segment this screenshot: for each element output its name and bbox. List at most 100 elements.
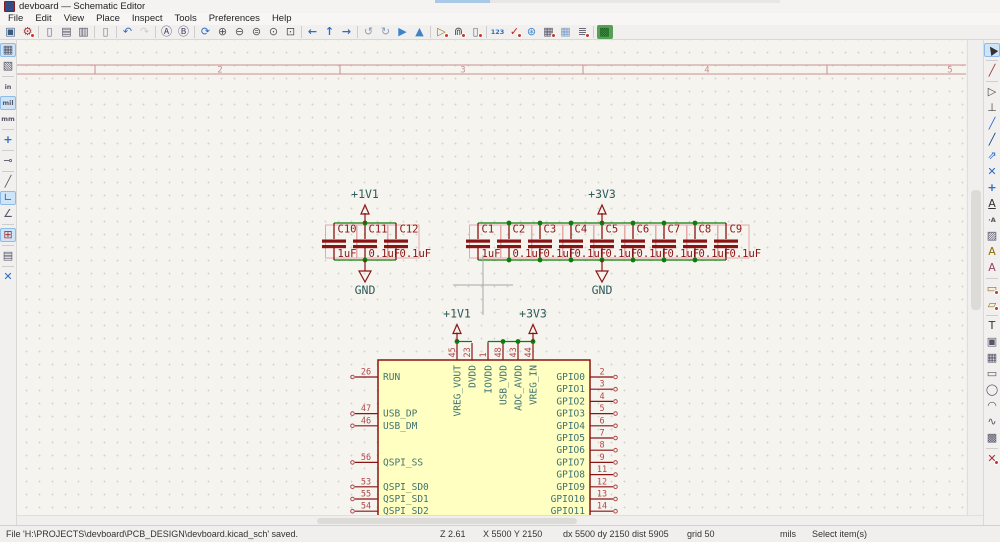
plot-button[interactable]: ▥ <box>76 25 92 39</box>
capacitor-C1[interactable]: C11uF <box>466 223 501 260</box>
zoom-objects-button[interactable]: ⊙ <box>266 25 282 39</box>
mirror-horizontal-button[interactable]: ▶ <box>395 25 411 39</box>
select-tool-button[interactable]: ▲ <box>984 43 1000 57</box>
grid-visibility-button[interactable]: ▦ <box>0 43 16 57</box>
refresh-button[interactable]: ⟳ <box>198 25 214 39</box>
horizontal-scrollbar[interactable] <box>17 515 983 525</box>
delete-tool-button[interactable]: ✕ <box>984 452 1000 466</box>
annotation-automatic-button[interactable]: ⊞ <box>0 228 16 242</box>
net-class-directive-button[interactable]: ·A <box>984 213 1000 227</box>
assign-footprints-button[interactable]: ▦ <box>541 25 557 39</box>
place-power-port-button[interactable]: ⊥ <box>984 101 1000 115</box>
paste-button[interactable]: ▯ <box>98 25 114 39</box>
units-mm-button[interactable]: mm <box>0 112 16 126</box>
image-button[interactable]: ▩ <box>984 431 1000 445</box>
schematic-canvas[interactable]: 2345C101uFC110.1uFC120.1uF+1V1GNDC11uFC2… <box>17 40 966 515</box>
text-button[interactable]: T <box>984 319 1000 333</box>
page-settings-button[interactable]: ▯ <box>42 25 58 39</box>
menu-help[interactable]: Help <box>266 13 298 25</box>
nav-back-button[interactable]: ← <box>305 25 321 39</box>
menu-place[interactable]: Place <box>90 13 126 25</box>
symbol-editor-button[interactable]: ▷ <box>434 25 450 39</box>
page-settings-icon: ▯ <box>46 25 52 39</box>
global-label-button[interactable]: A <box>984 245 1000 259</box>
power-symbol-+3V3[interactable]: +3V3 <box>519 307 547 342</box>
print-button[interactable]: ▤ <box>59 25 75 39</box>
sheet-pin-button[interactable]: ▱ <box>984 298 1000 312</box>
pcb-editor-button[interactable]: ▩ <box>597 25 613 39</box>
toolbar-separator <box>38 26 39 38</box>
mirror-vertical-icon: ▲ <box>415 25 423 39</box>
power-symbol-+3V3[interactable]: +3V3 <box>588 187 616 223</box>
mirror-vertical-button[interactable]: ▲ <box>412 25 428 39</box>
save-button[interactable]: ▣ <box>3 25 19 39</box>
symbol-fields-table-button[interactable]: ▦ <box>558 25 574 39</box>
svg-text:5: 5 <box>947 66 952 76</box>
highlight-net-button[interactable]: ╱ <box>984 64 1000 78</box>
zoom-out-button[interactable]: ⊖ <box>232 25 248 39</box>
text-box-button[interactable]: ▣ <box>984 335 1000 349</box>
power-symbol-gnd[interactable]: GND <box>592 260 613 297</box>
power-symbol-+1V1[interactable]: +1V1 <box>351 187 379 223</box>
menu-tools[interactable]: Tools <box>169 13 203 25</box>
circle-button[interactable]: ◯ <box>984 383 1000 397</box>
erc-button[interactable]: ✓ <box>507 25 523 39</box>
arc-button[interactable]: ◠ <box>984 399 1000 413</box>
table-button[interactable]: ▦ <box>984 351 1000 365</box>
symbol-library-browser-button[interactable]: ⋒ <box>451 25 467 39</box>
plot-icon: ▥ <box>78 25 88 39</box>
wire-to-bus-entry-button[interactable]: ⇗ <box>984 149 1000 163</box>
find-button[interactable]: Ⓐ <box>159 25 175 39</box>
draw-bus-button[interactable]: ╱ <box>984 133 1000 147</box>
schematic-setup-button[interactable]: ⚙ <box>20 25 36 39</box>
power-symbol-+1V1[interactable]: +1V1 <box>443 307 471 342</box>
vertical-scrollbar[interactable] <box>967 40 983 515</box>
place-symbol-button[interactable]: ▷ <box>984 85 1000 99</box>
redo-button[interactable]: ↷ <box>137 25 153 39</box>
annotate-button[interactable]: 123 <box>490 25 506 39</box>
cursor-shape-button[interactable]: + <box>0 133 16 147</box>
power-symbol-gnd[interactable]: GND <box>355 260 376 297</box>
hierarchical-label-button[interactable]: A <box>984 261 1000 275</box>
rotate-cw-button[interactable]: ↻ <box>378 25 394 39</box>
capacitor-C10[interactable]: C101uF <box>322 223 357 260</box>
rotate-ccw-button[interactable]: ↺ <box>361 25 377 39</box>
zoom-in-button[interactable]: ⊕ <box>215 25 231 39</box>
junction-button[interactable]: + <box>984 181 1000 195</box>
ic-symbol[interactable]: 45VREG_VOUT23DVDD1IOVDD48USB_VDD43ADC_AV… <box>351 343 618 515</box>
menu-preferences[interactable]: Preferences <box>203 13 266 25</box>
units-inches-button[interactable]: in <box>0 80 16 94</box>
rectangle-button[interactable]: ▭ <box>984 367 1000 381</box>
draw-wire-button[interactable]: ╱ <box>984 117 1000 131</box>
vertical-scrollbar-thumb[interactable] <box>971 190 981 310</box>
undo-button[interactable]: ↶ <box>120 25 136 39</box>
properties-manager-button[interactable]: ✕ <box>0 270 16 284</box>
hierarchical-sheet-button[interactable]: ▭ <box>984 282 1000 296</box>
menu-view[interactable]: View <box>58 13 90 25</box>
units-mils-button[interactable]: mil <box>0 96 16 110</box>
menu-file[interactable]: File <box>2 13 29 25</box>
toolbar-separator <box>986 60 998 61</box>
no-connect-flag-button[interactable]: ✕ <box>984 165 1000 179</box>
hierarchy-navigator-button[interactable]: ▤ <box>0 249 16 263</box>
toolbar-separator <box>2 76 14 77</box>
hidden-pins-button[interactable]: ⊸ <box>0 154 16 168</box>
bom-button[interactable]: ≣ <box>575 25 591 39</box>
nav-up-button[interactable]: ↑ <box>322 25 338 39</box>
menu-edit[interactable]: Edit <box>29 13 57 25</box>
nav-forward-button[interactable]: → <box>339 25 355 39</box>
horizontal-scrollbar-thumb[interactable] <box>317 518 577 524</box>
menu-inspect[interactable]: Inspect <box>126 13 169 25</box>
grid-override-button[interactable]: ▧ <box>0 59 16 73</box>
line-mode-90-button[interactable]: ∟ <box>0 191 16 205</box>
bezier-button[interactable]: ∿ <box>984 415 1000 429</box>
net-label-button[interactable]: A <box>984 197 1000 211</box>
sheet-editor-button[interactable]: ▯ <box>468 25 484 39</box>
zoom-selection-button[interactable]: ⊡ <box>283 25 299 39</box>
zoom-fit-button[interactable]: ⊜ <box>249 25 265 39</box>
line-mode-free-button[interactable]: ╱ <box>0 175 16 189</box>
line-mode-45-button[interactable]: ∠ <box>0 207 16 221</box>
simulator-button[interactable]: ⊛ <box>524 25 540 39</box>
find-replace-button[interactable]: Ⓑ <box>176 25 192 39</box>
rule-area-button[interactable]: ▨ <box>984 229 1000 243</box>
